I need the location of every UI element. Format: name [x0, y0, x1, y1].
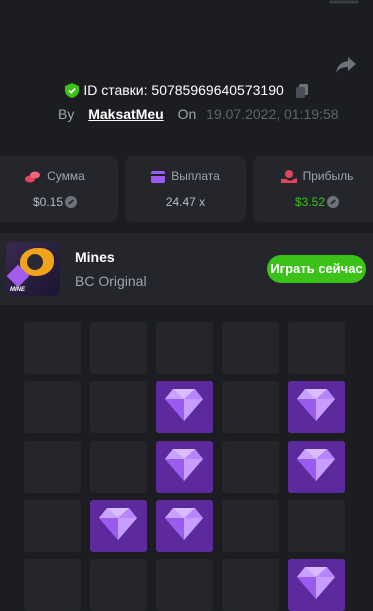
- bomb-icon: [27, 254, 43, 270]
- wallet-icon: [151, 171, 166, 183]
- stat-amount-value: $0.15: [32, 195, 64, 209]
- grid-cell-gem: [156, 381, 213, 433]
- stat-payout-value: 24.47 x: [165, 195, 206, 209]
- grid-cell: [90, 322, 147, 374]
- bet-id-value: 50785969640573190: [151, 82, 284, 98]
- gem-icon: [165, 389, 203, 421]
- grid-cell-gem: [90, 500, 147, 552]
- gem-icon: [297, 389, 335, 421]
- grid-cell: [90, 441, 147, 493]
- bet-id-row: ID ставки: 50785969640573190: [0, 82, 373, 98]
- grid-cell-gem: [288, 441, 345, 493]
- grid-cell: [222, 441, 279, 493]
- game-thumbnail[interactable]: MINE: [6, 242, 60, 296]
- grid-cell: [24, 559, 81, 611]
- grid-cell: [288, 500, 345, 552]
- grid-cell-gem: [288, 381, 345, 433]
- grid-cell: [24, 441, 81, 493]
- stat-amount-label: Сумма: [47, 169, 85, 183]
- stat-profit-label: Прибыль: [302, 169, 354, 183]
- grid-cell: [222, 381, 279, 433]
- coin-icon: [327, 196, 340, 208]
- close-icon: [329, 0, 359, 4]
- grid-cell: [90, 559, 147, 611]
- gem-icon: [297, 567, 335, 599]
- gem-icon: [165, 449, 203, 481]
- grid-cell: [24, 381, 81, 433]
- gem-icon: [297, 449, 335, 481]
- copy-icon[interactable]: [295, 84, 308, 98]
- verified-shield-icon: [65, 83, 80, 98]
- grid-cell: [24, 500, 81, 552]
- gem-icon: [99, 508, 137, 540]
- grid-cell: [156, 559, 213, 611]
- game-subtitle: BC Original: [75, 273, 147, 289]
- share-icon: [336, 57, 356, 73]
- grid-cell: [222, 500, 279, 552]
- stat-amount: Сумма $0.15: [0, 156, 118, 222]
- bet-stats: Сумма $0.15 Выплата 24.47 x Прибыль $3.5…: [0, 156, 373, 222]
- coin-icon: [65, 196, 78, 208]
- on-label: On: [177, 106, 197, 122]
- play-now-button[interactable]: Играть сейчас: [267, 255, 366, 283]
- username-link[interactable]: MaksatMeu: [88, 106, 163, 122]
- stat-profit-value: $3.52: [294, 195, 326, 209]
- stat-profit: Прибыль $3.52: [253, 156, 373, 222]
- stat-payout: Выплата 24.47 x: [125, 156, 246, 222]
- by-label: By: [58, 106, 75, 122]
- bet-datetime: 19.07.2022, 01:19:58: [206, 106, 339, 122]
- grid-cell: [24, 322, 81, 374]
- thumbnail-tag: MINE: [10, 287, 25, 293]
- grid-cell: [90, 381, 147, 433]
- game-card: MINE Mines BC Original Играть сейчас: [0, 233, 373, 305]
- bet-id-label: ID ставки:: [83, 82, 148, 98]
- share-button[interactable]: [335, 55, 357, 75]
- grid-cell: [288, 322, 345, 374]
- bet-author-row: By MaksatMeu On 19.07.2022, 01:19:58: [58, 106, 339, 122]
- grid-cell: [222, 559, 279, 611]
- grid-cell: [156, 322, 213, 374]
- grid-cell: [222, 322, 279, 374]
- game-title: Mines: [75, 249, 115, 265]
- gem-icon: [165, 508, 203, 540]
- close-button[interactable]: [329, 0, 359, 14]
- coins-icon: [25, 171, 41, 183]
- stat-payout-label: Выплата: [171, 169, 220, 183]
- hand-coin-icon: [280, 170, 297, 183]
- grid-cell-gem: [156, 441, 213, 493]
- grid-cell-gem: [288, 559, 345, 611]
- grid-cell-gem: [156, 500, 213, 552]
